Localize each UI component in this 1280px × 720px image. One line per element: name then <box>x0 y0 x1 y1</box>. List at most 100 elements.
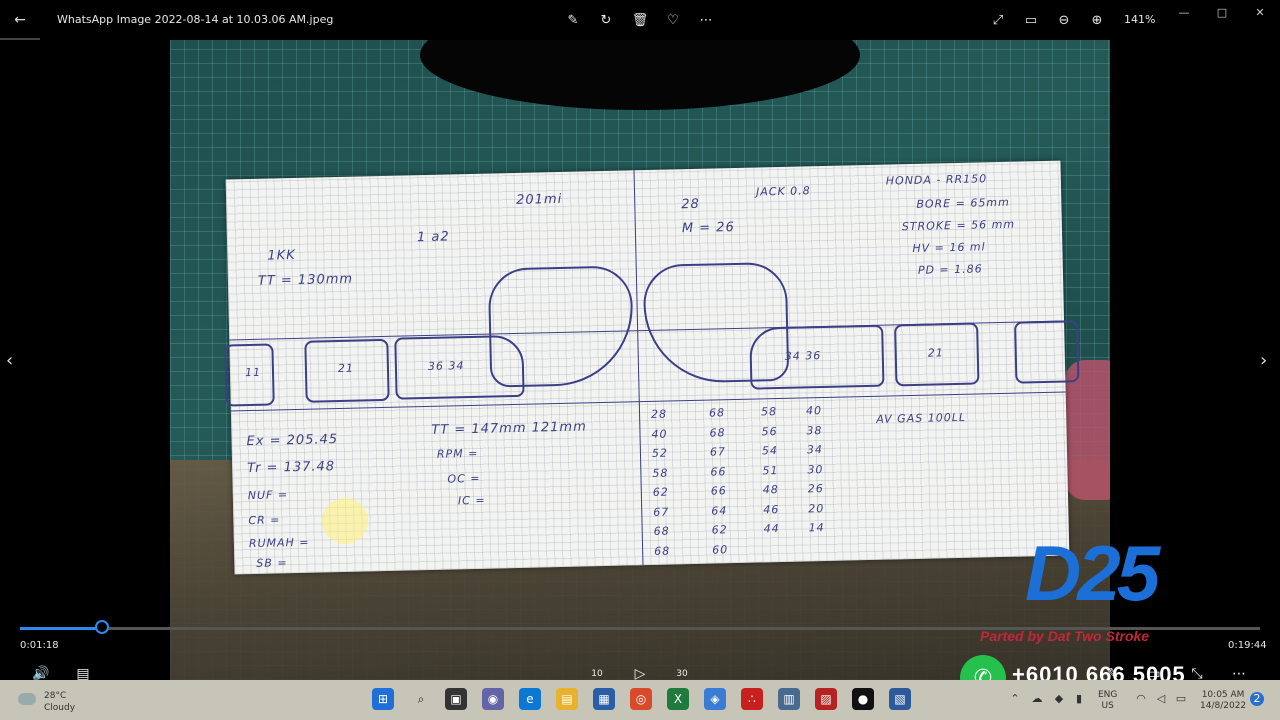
weather-condition: Cloudy <box>44 703 76 713</box>
note-201mi: 201mi <box>516 191 563 208</box>
table-cell: 28 <box>650 407 668 421</box>
cloud-sync-icon[interactable]: ☁ <box>1030 692 1044 706</box>
edge-icon[interactable]: e <box>519 688 541 710</box>
language-indicator[interactable]: ENG US <box>1098 690 1117 712</box>
notification-badge[interactable]: 2 <box>1250 692 1264 706</box>
calc-rpm: RPM = <box>436 446 479 461</box>
elapsed-time: 0:01:18 <box>20 640 59 651</box>
recorder-icon[interactable]: ● <box>852 688 874 710</box>
table-cell: 38 <box>806 423 823 437</box>
table-cell: 60 <box>712 542 729 557</box>
calc-sb: SB = <box>256 556 288 570</box>
lang-region: US <box>1101 701 1114 711</box>
calculator-icon[interactable]: ▥ <box>778 688 800 710</box>
total-time: 0:19:44 <box>1228 640 1267 651</box>
next-image-icon[interactable]: › <box>1260 350 1274 371</box>
edit-icon[interactable]: ✎ <box>563 10 583 30</box>
chevron-up-icon[interactable]: ⌃ <box>1008 692 1022 706</box>
minimize-button[interactable]: — <box>1172 6 1196 22</box>
table-cell: 62 <box>652 485 669 499</box>
chrome-icon[interactable]: ◎ <box>630 688 652 710</box>
close-button[interactable]: ✕ <box>1248 6 1272 22</box>
microphone-icon[interactable]: ▮ <box>1072 692 1086 706</box>
skip-back-label: 10 <box>591 669 603 679</box>
table-cell: 34 <box>806 443 824 457</box>
logo-text: D25 <box>1025 529 1160 617</box>
calc-oc: OC = <box>447 471 481 486</box>
zoom-level[interactable]: 141% <box>1124 13 1155 26</box>
file-explorer-icon[interactable]: ▤ <box>556 688 578 710</box>
port-box-4-label: 34 36 <box>784 349 822 363</box>
seek-bar-knob[interactable] <box>94 620 109 634</box>
calc-tr: Tr = 137.48 <box>247 459 336 477</box>
table-cell: 46 <box>763 502 780 516</box>
table-cell: 48 <box>762 483 779 497</box>
start-icon[interactable]: ⊞ <box>372 688 394 710</box>
more-icon[interactable]: ⋯ <box>696 10 716 30</box>
teams-icon[interactable]: ◉ <box>482 688 504 710</box>
clock[interactable]: 10:05 AM 14/8/2022 <box>1200 690 1246 712</box>
note-avgas: AV GAS 100LL <box>876 410 967 426</box>
acrobat-icon[interactable]: ∴ <box>741 688 763 710</box>
maximize-button[interactable]: □ <box>1210 6 1234 22</box>
fit-icon[interactable]: ▭ <box>1021 10 1041 30</box>
calc-ic: IC = <box>457 493 486 508</box>
heart-icon[interactable]: ♡ <box>663 10 683 30</box>
photo-viewport: 1KK TT = 130mm 201mi 1 a2 28 M = 26 JACK… <box>170 40 1110 680</box>
skip-forward-label: 30 <box>676 669 688 679</box>
table-cell: 68 <box>708 406 726 420</box>
app-icon-10[interactable]: ▨ <box>815 688 837 710</box>
table-cell: 66 <box>710 464 727 479</box>
table-cell: 67 <box>653 505 670 519</box>
pointer-highlight <box>322 498 368 544</box>
table-cell: 51 <box>762 463 779 477</box>
note-m26: M = 26 <box>681 219 735 237</box>
file-name: WhatsApp Image 2022-08-14 at 10.03.06 AM… <box>57 13 334 26</box>
table-cell: 14 <box>808 521 825 535</box>
table-cell: 62 <box>711 523 728 537</box>
table-cell: 68 <box>654 544 671 558</box>
note-a2: 1 a2 <box>416 229 450 246</box>
note-1kk: 1KK <box>267 247 296 264</box>
port-box-6 <box>1014 320 1080 384</box>
weather-temp: 28°C <box>44 691 67 701</box>
note-28: 28 <box>681 196 701 213</box>
calc-ex: Ex = 205.45 <box>246 432 339 450</box>
delete-icon[interactable]: 🗑 <box>630 10 650 30</box>
search-icon[interactable]: ⌕ <box>410 688 432 710</box>
table-cell: 56 <box>761 424 778 438</box>
seek-bar-fill <box>20 627 102 630</box>
table-cell: 52 <box>651 446 669 460</box>
clock-date: 14/8/2022 <box>1200 701 1247 711</box>
spec-stroke: STROKE = 56 mm <box>901 217 1016 234</box>
table-cell: 68 <box>709 425 726 440</box>
calc-cr: CR = <box>248 513 281 528</box>
spec-bore: BORE = 65mm <box>916 195 1010 211</box>
cloud-icon <box>18 693 36 705</box>
note-jack: JACK 0.8 <box>755 184 811 199</box>
rotate-icon[interactable]: ↻ <box>596 10 616 30</box>
wifi-icon[interactable]: ◠ <box>1134 692 1148 706</box>
zoom-in-icon[interactable]: ⊕ <box>1087 10 1107 30</box>
zoom-out-icon[interactable]: ⊖ <box>1054 10 1074 30</box>
spec-hv: HV = 16 ml <box>912 240 986 255</box>
excel-icon[interactable]: X <box>667 688 689 710</box>
table-cell: 67 <box>709 445 727 459</box>
task-view-icon[interactable]: ▣ <box>445 688 467 710</box>
calc-rumah: RUMAH = <box>248 535 310 551</box>
network-icon[interactable]: ◆ <box>1052 692 1066 706</box>
previous-image-icon[interactable]: ‹ <box>6 350 20 371</box>
title-bar: ← WhatsApp Image 2022-08-14 at 10.03.06 … <box>0 0 1280 40</box>
lang-primary: ENG <box>1098 690 1118 700</box>
port-box-5-label: 21 <box>927 346 944 360</box>
photos-icon[interactable]: ▧ <box>889 688 911 710</box>
clock-time: 10:05 AM <box>1201 690 1245 700</box>
speaker-icon[interactable]: ◁ <box>1154 692 1168 706</box>
port-box-2-label: 21 <box>337 361 355 376</box>
back-icon[interactable]: ← <box>8 8 32 32</box>
store-icon[interactable]: ▦ <box>593 688 615 710</box>
fullscreen-icon[interactable]: ⤢ <box>988 10 1008 30</box>
app-icon-7[interactable]: ◈ <box>704 688 726 710</box>
calc-tt: TT = 147mm 121mm <box>431 419 587 438</box>
battery-icon[interactable]: ▭ <box>1174 692 1188 706</box>
